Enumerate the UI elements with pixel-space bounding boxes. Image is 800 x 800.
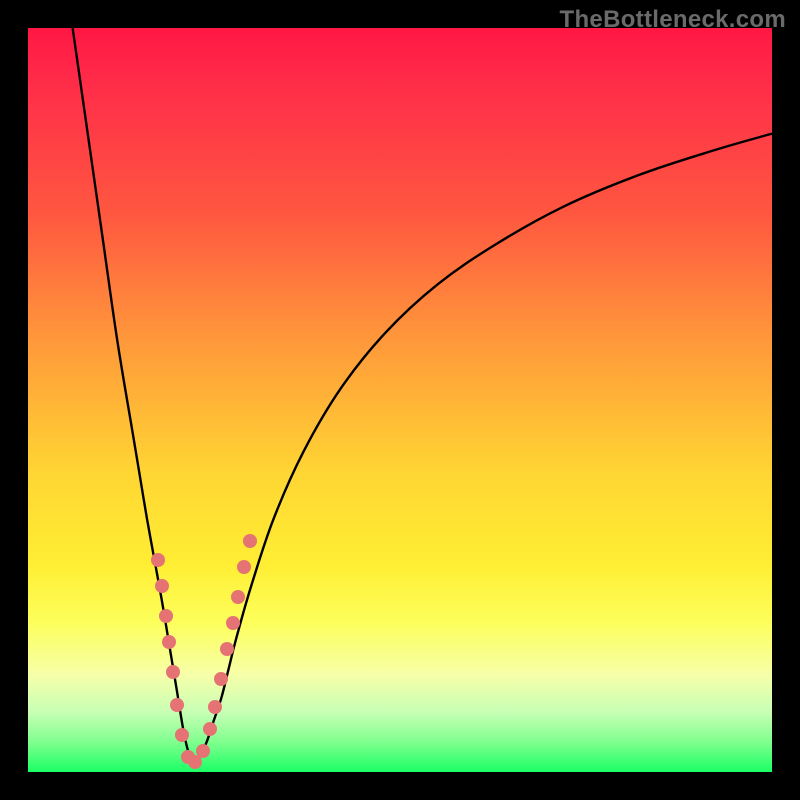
data-marker xyxy=(166,665,180,679)
data-marker xyxy=(208,700,222,714)
watermark-text: TheBottleneck.com xyxy=(560,6,786,34)
data-marker xyxy=(155,579,169,593)
data-marker xyxy=(231,590,245,604)
data-marker xyxy=(226,616,240,630)
data-marker xyxy=(220,642,234,656)
data-marker xyxy=(151,553,165,567)
data-marker xyxy=(214,672,228,686)
data-marker xyxy=(203,722,217,736)
curve-right-branch xyxy=(192,134,772,765)
curve-left-branch xyxy=(73,28,192,765)
plot-area xyxy=(28,28,772,772)
data-marker xyxy=(196,744,210,758)
data-marker xyxy=(175,728,189,742)
data-marker xyxy=(243,534,257,548)
data-marker xyxy=(237,560,251,574)
data-marker xyxy=(170,698,184,712)
bottleneck-curve xyxy=(28,28,772,772)
chart-frame: TheBottleneck.com xyxy=(0,0,800,800)
data-marker xyxy=(162,635,176,649)
data-marker xyxy=(159,609,173,623)
